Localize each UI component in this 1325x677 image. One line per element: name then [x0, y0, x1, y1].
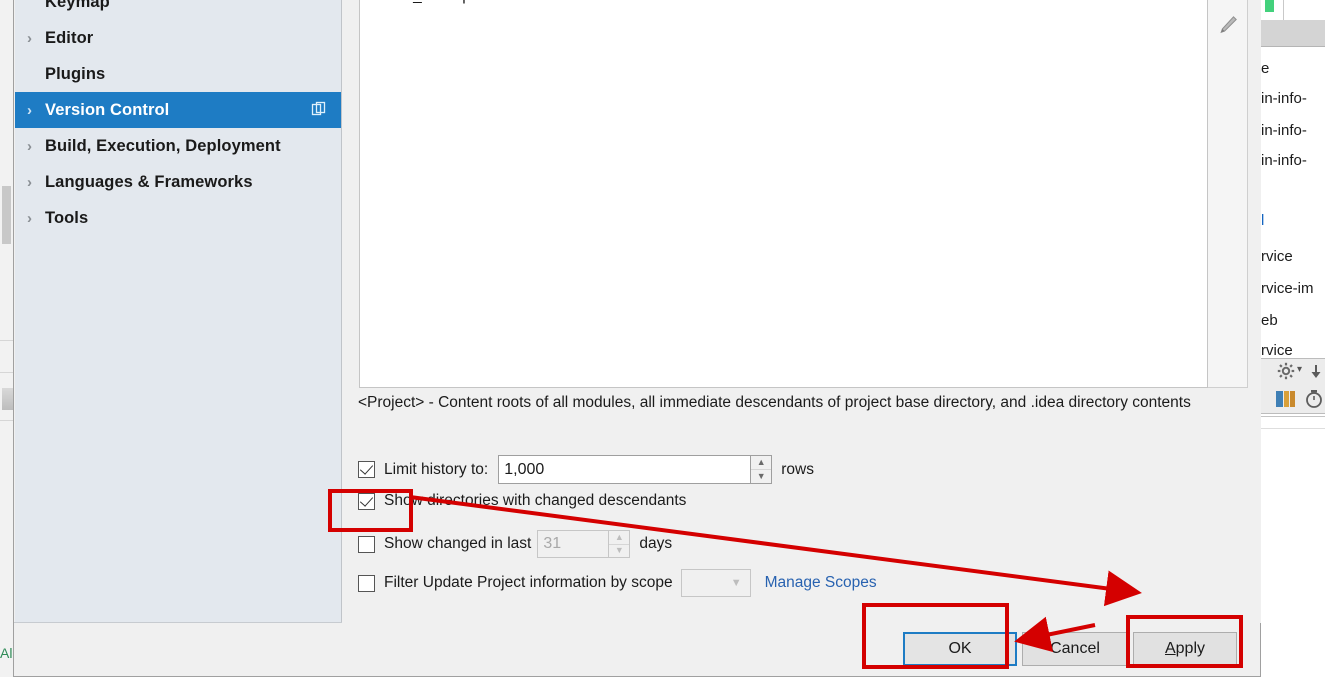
bg-tree-item-selected[interactable]: l	[1261, 212, 1264, 229]
show-changed-last-checkbox[interactable]	[358, 535, 375, 553]
limit-history-unit: rows	[781, 460, 814, 478]
apply-button-mnemonic: A	[1164, 640, 1176, 657]
filter-by-scope-checkbox[interactable]	[358, 574, 375, 592]
bg-tree-item[interactable]: eb	[1261, 312, 1278, 329]
show-changed-last-unit: days	[639, 535, 673, 552]
table-cell-vcs: Git	[1043, 0, 1207, 5]
bg-tree-item[interactable]: e	[1261, 60, 1269, 77]
bg-tree-item[interactable]: in-info-	[1261, 152, 1307, 169]
project-scope-hint: <Project> - Content roots of all modules…	[358, 394, 1191, 411]
sidebar-item-keymap[interactable]: › Keymap	[15, 0, 341, 20]
bg-tree-item[interactable]: rvice-im	[1261, 280, 1314, 297]
vcs-mapping-table[interactable]: C:\idea_workspace\bundo-ser Git	[359, 0, 1208, 388]
bg-right-panel: e in-info- in-info- in-info- l rvice rvi…	[1256, 0, 1325, 677]
bg-right-divider	[1257, 416, 1325, 417]
filter-by-scope-label: Filter Update Project information by sco…	[384, 574, 673, 591]
sidebar-item-build-execution-deployment[interactable]: › Build, Execution, Deployment	[15, 128, 341, 164]
bg-tree-item[interactable]: rvice	[1261, 248, 1293, 265]
show-changed-last-input[interactable]: 31	[537, 530, 610, 558]
manage-scopes-link[interactable]: Manage Scopes	[765, 574, 877, 592]
cancel-button[interactable]: Cancel	[1022, 632, 1128, 666]
chevron-right-icon[interactable]: ›	[27, 211, 45, 226]
sidebar-item-tools[interactable]: › Tools	[15, 200, 341, 236]
sidebar-item-label: Plugins	[45, 64, 106, 83]
show-directories-checkbox[interactable]	[358, 492, 375, 510]
table-cell-directory: C:\idea_workspace\bundo-ser	[360, 0, 1043, 5]
show-directories-row: Show directories with changed descendant…	[358, 492, 686, 510]
ok-button[interactable]: OK	[903, 632, 1017, 666]
table-row[interactable]: C:\idea_workspace\bundo-ser Git	[360, 0, 1207, 7]
bg-left-label: Al	[0, 645, 13, 661]
chevron-down-icon: ▼	[730, 577, 742, 589]
settings-sidebar[interactable]: › Keymap › Editor › Plugins › Version Co…	[15, 0, 342, 623]
bg-right-header	[1257, 20, 1325, 47]
sidebar-item-label: Editor	[45, 28, 94, 47]
clock-icon[interactable]	[1305, 389, 1323, 409]
sidebar-item-plugins[interactable]: › Plugins	[15, 56, 341, 92]
show-changed-last-stepper[interactable]: ▲ ▼	[609, 530, 631, 558]
stepper-up-icon[interactable]: ▲	[609, 531, 630, 545]
version-control-settings-panel: C:\idea_workspace\bundo-ser Git <Project…	[342, 0, 1261, 623]
download-icon[interactable]	[1309, 364, 1323, 380]
chevron-right-icon[interactable]: ›	[27, 103, 45, 118]
limit-history-stepper[interactable]: ▲ ▼	[751, 455, 773, 484]
sidebar-item-label: Tools	[45, 208, 89, 227]
show-changed-last-row: Show changed in last 31 ▲ ▼ days	[358, 530, 672, 558]
bg-tree-item[interactable]: in-info-	[1261, 122, 1307, 139]
chevron-right-icon[interactable]: ›	[27, 139, 45, 154]
sidebar-item-languages-frameworks[interactable]: › Languages & Frameworks	[15, 164, 341, 200]
chevron-right-icon[interactable]: ›	[27, 31, 45, 46]
apply-button[interactable]: Apply	[1133, 632, 1237, 666]
bg-left-scrollbar-thumb[interactable]	[2, 186, 11, 244]
pencil-icon[interactable]	[1216, 13, 1240, 37]
copy-icon[interactable]	[311, 101, 327, 117]
screen: Al e in-info- in-info- in-info- l rvice …	[0, 0, 1325, 677]
bg-right-divider	[1257, 428, 1325, 429]
scope-select[interactable]: ▼	[680, 569, 751, 597]
bg-tab-divider	[1283, 0, 1284, 20]
sidebar-item-label: Build, Execution, Deployment	[45, 136, 281, 155]
spool-icon[interactable]	[1275, 389, 1297, 409]
dialog-button-bar: OK Cancel Apply	[15, 624, 1260, 676]
chevron-down-icon[interactable]: ▾	[1297, 364, 1302, 375]
stepper-up-icon[interactable]: ▲	[751, 456, 772, 470]
show-directories-label: Show directories with changed descendant…	[384, 492, 687, 509]
limit-history-row: Limit history to: 1,000 ▲ ▼ rows	[358, 455, 814, 484]
limit-history-checkbox[interactable]	[358, 461, 375, 478]
limit-history-input[interactable]: 1,000	[498, 455, 752, 484]
sidebar-item-label: Languages & Frameworks	[45, 172, 253, 191]
limit-history-label: Limit history to:	[384, 460, 489, 478]
bg-tree-item[interactable]: rvice	[1261, 342, 1293, 359]
sidebar-divider	[14, 622, 342, 623]
mapping-table-toolbar	[1208, 0, 1248, 388]
filter-by-scope-row: Filter Update Project information by sco…	[358, 569, 877, 597]
apply-button-label: pply	[1175, 640, 1206, 657]
sidebar-item-label: Keymap	[45, 0, 110, 11]
sidebar-item-label: Version Control	[45, 100, 170, 119]
chevron-right-icon[interactable]: ›	[27, 175, 45, 190]
stepper-down-icon[interactable]: ▼	[609, 545, 629, 558]
sidebar-item-editor[interactable]: › Editor	[15, 20, 341, 56]
bg-run-indicator-icon	[1265, 0, 1274, 12]
bg-tree-item[interactable]: in-info-	[1261, 90, 1307, 107]
stepper-down-icon[interactable]: ▼	[751, 470, 771, 483]
sidebar-item-version-control[interactable]: › Version Control	[15, 92, 341, 128]
settings-dialog: › Keymap › Editor › Plugins › Version Co…	[13, 0, 1261, 677]
show-changed-last-label: Show changed in last	[384, 535, 532, 552]
gear-icon[interactable]	[1277, 362, 1295, 380]
